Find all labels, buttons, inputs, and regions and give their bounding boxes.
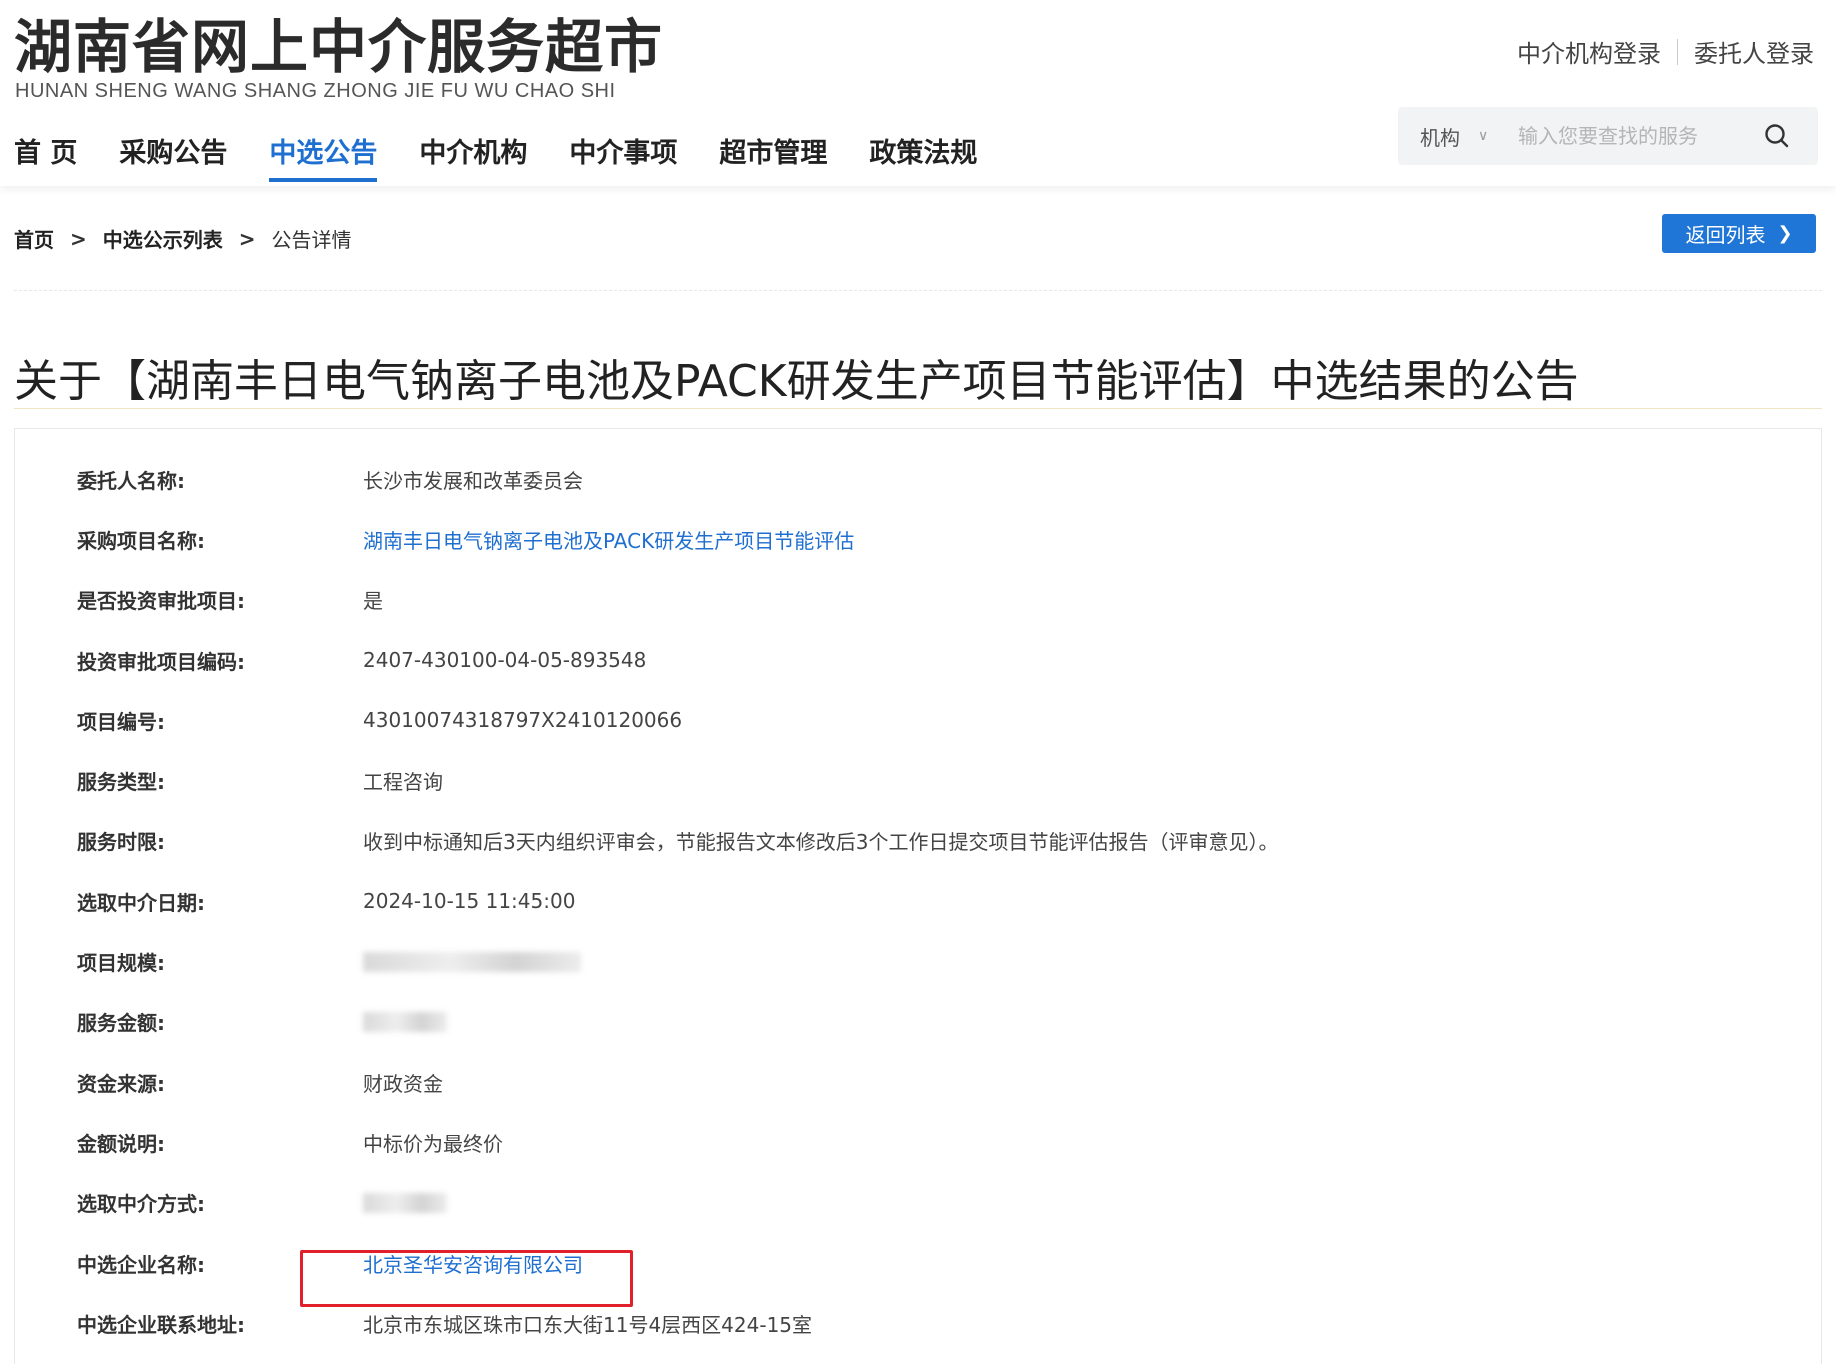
login-links: 中介机构登录 委托人登录 xyxy=(1517,34,1814,69)
site-logo-subtitle: HUNAN SHENG WANG SHANG ZHONG JIE FU WU C… xyxy=(15,80,616,102)
detail-row-selection-method: 选取中介方式: xyxy=(77,1173,1278,1233)
detail-row-service-type: 服务类型: 工程咨询 xyxy=(77,750,1278,810)
detail-label: 服务金额: xyxy=(77,1011,165,1036)
detail-row-company-address: 中选企业联系地址: 北京市东城区珠市口东大街11号4层西区424-15室 xyxy=(77,1293,1278,1353)
detail-value: 2407-430100-04-05-893548 xyxy=(363,648,647,673)
detail-row-approval-code: 投资审批项目编码: 2407-430100-04-05-893548 xyxy=(77,630,1278,690)
detail-row-project-name: 采购项目名称: 湖南丰日电气钠离子电池及PACK研发生产项目节能评估 xyxy=(77,509,1278,569)
detail-list: 委托人名称: 长沙市发展和改革委员会 采购项目名称: 湖南丰日电气钠离子电池及P… xyxy=(77,449,1278,1353)
detail-label: 选取中介方式: xyxy=(77,1192,205,1217)
search-category-value: 机构 xyxy=(1420,125,1460,150)
search-input[interactable] xyxy=(1518,124,1748,148)
detail-card: 委托人名称: 长沙市发展和改革委员会 采购项目名称: 湖南丰日电气钠离子电池及P… xyxy=(14,428,1822,1364)
detail-row-selected-company: 中选企业名称: 北京圣华安咨询有限公司 xyxy=(77,1233,1278,1293)
nav-agencies[interactable]: 中介机构 xyxy=(419,136,527,184)
nav-agency-matters[interactable]: 中介事项 xyxy=(569,136,677,184)
detail-label: 服务时限: xyxy=(77,830,165,855)
detail-row-investment-approval: 是否投资审批项目: 是 xyxy=(77,570,1278,630)
back-to-list-label: 返回列表 xyxy=(1685,223,1766,247)
detail-row-amount-note: 金额说明: 中标价为最终价 xyxy=(77,1112,1278,1172)
nav-policies[interactable]: 政策法规 xyxy=(869,136,977,184)
highlight-annotation-box xyxy=(300,1250,633,1307)
nav-market-management[interactable]: 超市管理 xyxy=(719,136,827,184)
client-login-link[interactable]: 委托人登录 xyxy=(1694,34,1814,69)
detail-row-service-amount: 服务金额: xyxy=(77,992,1278,1052)
search-icon[interactable] xyxy=(1764,123,1790,149)
blurred-value xyxy=(363,1011,447,1032)
search-box: 机构 ∨ xyxy=(1398,107,1818,165)
page-title: 关于【湖南丰日电气钠离子电池及PACK研发生产项目节能评估】中选结果的公告 xyxy=(14,356,1579,407)
agency-login-link[interactable]: 中介机构登录 xyxy=(1517,34,1661,69)
detail-value: 工程咨询 xyxy=(363,770,443,795)
detail-label: 金额说明: xyxy=(77,1131,165,1156)
login-divider xyxy=(1677,38,1678,65)
detail-label: 是否投资审批项目: xyxy=(77,589,245,614)
chevron-right-icon: ❯ xyxy=(1777,223,1793,244)
detail-row-service-period: 服务时限: 收到中标通知后3天内组织评审会，节能报告文本修改后3个工作日提交项目… xyxy=(77,811,1278,871)
title-underline xyxy=(14,408,1822,409)
detail-label: 项目规模: xyxy=(77,951,165,976)
detail-value: 中标价为最终价 xyxy=(363,1131,503,1156)
detail-row-project-scale: 项目规模: xyxy=(77,931,1278,991)
detail-label: 采购项目名称: xyxy=(77,528,205,553)
blurred-value xyxy=(363,1192,447,1213)
blurred-value xyxy=(363,951,581,972)
breadcrumb-home[interactable]: 首页 xyxy=(14,224,54,253)
site-header: 湖南省网上中介服务超市 HUNAN SHENG WANG SHANG ZHONG… xyxy=(0,0,1836,186)
breadcrumb: 首页 > 中选公示列表 > 公告详情 xyxy=(14,224,352,253)
breadcrumb-separator: > xyxy=(70,226,87,251)
detail-value: 2024-10-15 11:45:00 xyxy=(363,889,576,914)
back-to-list-button[interactable]: 返回列表 ❯ xyxy=(1662,214,1816,253)
detail-label: 服务类型: xyxy=(77,770,165,795)
breadcrumb-divider xyxy=(14,290,1822,291)
project-name-link[interactable]: 湖南丰日电气钠离子电池及PACK研发生产项目节能评估 xyxy=(363,525,854,554)
nav-home[interactable]: 首 页 xyxy=(14,136,77,184)
detail-label: 项目编号: xyxy=(77,709,165,734)
nav-procurement-notice[interactable]: 采购公告 xyxy=(119,136,227,184)
chevron-down-icon: ∨ xyxy=(1478,128,1489,144)
detail-row-project-number: 项目编号: 43010074318797X2410120066 xyxy=(77,690,1278,750)
search-category-select[interactable]: 机构 ∨ xyxy=(1398,122,1518,151)
detail-value: 是 xyxy=(363,589,383,614)
detail-value: 财政资金 xyxy=(363,1071,443,1096)
site-logo-title[interactable]: 湖南省网上中介服务超市 xyxy=(14,14,663,80)
detail-label: 选取中介日期: xyxy=(77,890,205,915)
breadcrumb-separator: > xyxy=(238,226,256,251)
detail-label: 中选企业联系地址: xyxy=(77,1312,245,1337)
detail-value: 长沙市发展和改革委员会 xyxy=(363,468,583,493)
detail-row-selection-date: 选取中介日期: 2024-10-15 11:45:00 xyxy=(77,871,1278,931)
breadcrumb-current: 公告详情 xyxy=(271,228,352,252)
detail-value: 收到中标通知后3天内组织评审会，节能报告文本修改后3个工作日提交项目节能评估报告… xyxy=(363,830,1279,855)
main-nav: 首 页 采购公告 中选公告 中介机构 中介事项 超市管理 政策法规 xyxy=(14,136,1019,184)
breadcrumb-selection-list[interactable]: 中选公示列表 xyxy=(103,224,223,253)
detail-row-client: 委托人名称: 长沙市发展和改革委员会 xyxy=(77,449,1278,509)
nav-selection-notice[interactable]: 中选公告 xyxy=(269,136,378,184)
detail-label: 委托人名称: xyxy=(77,468,185,493)
detail-label: 资金来源: xyxy=(77,1071,165,1096)
detail-value: 北京市东城区珠市口东大街11号4层西区424-15室 xyxy=(363,1312,813,1337)
detail-row-fund-source: 资金来源: 财政资金 xyxy=(77,1052,1278,1112)
detail-value: 43010074318797X2410120066 xyxy=(363,708,683,733)
detail-label: 投资审批项目编码: xyxy=(77,649,245,674)
